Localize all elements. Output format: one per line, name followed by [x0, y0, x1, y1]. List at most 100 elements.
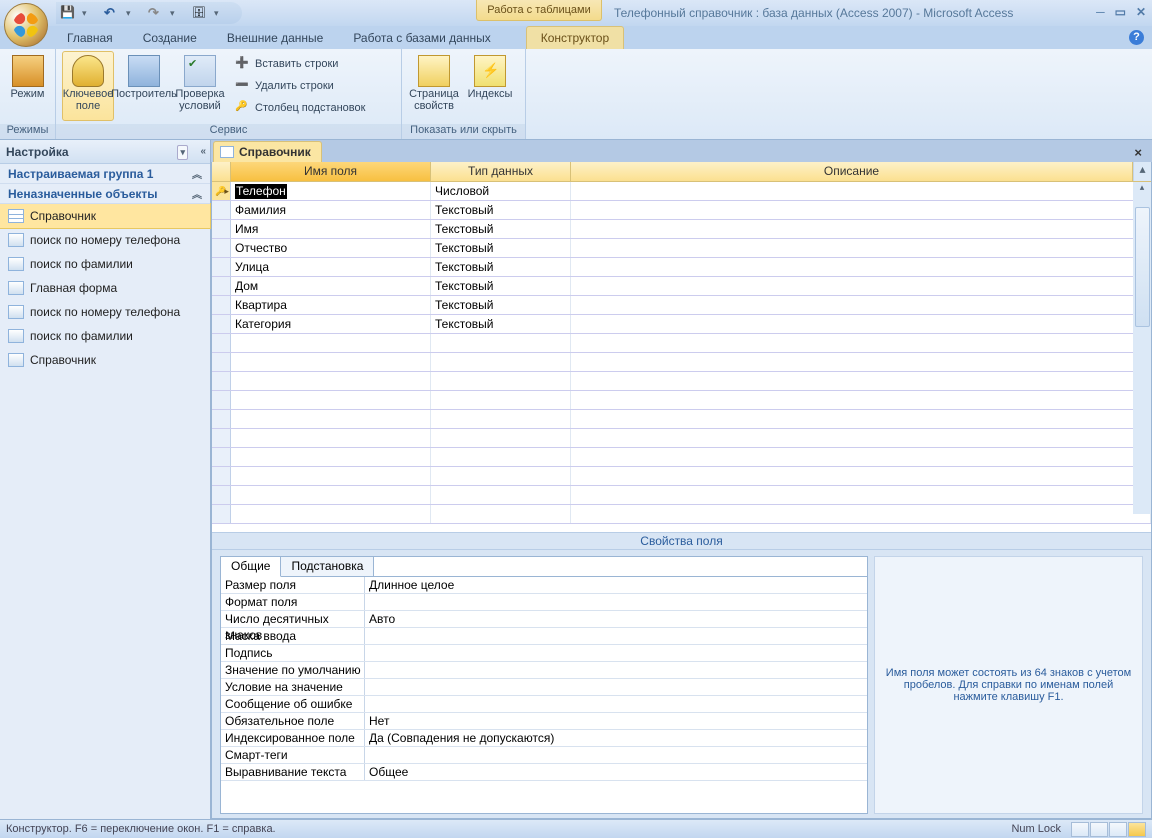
column-data-type[interactable]: Тип данных [431, 162, 571, 181]
tab-design[interactable]: Конструктор [526, 26, 624, 49]
table-row[interactable] [212, 448, 1151, 467]
column-field-name[interactable]: Имя поля [231, 162, 431, 181]
column-description[interactable]: Описание [571, 162, 1133, 181]
scroll-up-icon[interactable]: ▴ [1133, 162, 1151, 181]
property-value[interactable]: Нет [365, 713, 867, 729]
database-icon[interactable] [192, 5, 208, 21]
table-row[interactable]: Имя Текстовый [212, 220, 1151, 239]
row-selector[interactable] [212, 296, 231, 314]
cell-description[interactable] [571, 315, 1151, 333]
property-row[interactable]: Сообщение об ошибке [221, 696, 867, 713]
nav-item[interactable]: поиск по фамилии [0, 324, 210, 348]
row-selector[interactable] [212, 467, 231, 485]
nav-group-custom[interactable]: Настраиваемая группа 1︽ [0, 164, 210, 184]
cell-field-name[interactable] [231, 410, 431, 428]
row-selector[interactable] [212, 239, 231, 257]
cell-description[interactable] [571, 220, 1151, 238]
table-row[interactable]: Дом Текстовый [212, 277, 1151, 296]
row-selector[interactable] [212, 277, 231, 295]
delete-rows-button[interactable]: Удалить строки [232, 76, 368, 96]
close-button[interactable]: ✕ [1136, 5, 1146, 19]
table-row[interactable] [212, 486, 1151, 505]
cell-data-type[interactable] [431, 391, 571, 409]
property-value[interactable]: Общее [365, 764, 867, 780]
tab-external[interactable]: Внешние данные [212, 26, 339, 49]
cell-description[interactable] [571, 258, 1151, 276]
nav-item[interactable]: Главная форма [0, 276, 210, 300]
row-selector[interactable] [212, 182, 231, 200]
property-row[interactable]: Обязательное полеНет [221, 713, 867, 730]
cell-description[interactable] [571, 182, 1151, 200]
table-row[interactable] [212, 372, 1151, 391]
property-value[interactable] [365, 628, 867, 644]
nav-item[interactable]: поиск по фамилии [0, 252, 210, 276]
property-value[interactable] [365, 747, 867, 763]
restore-button[interactable]: ▭ [1115, 5, 1126, 19]
row-selector[interactable] [212, 220, 231, 238]
cell-field-name[interactable]: Имя [231, 220, 431, 238]
property-value[interactable] [365, 662, 867, 678]
cell-data-type[interactable] [431, 429, 571, 447]
cell-field-name[interactable] [231, 391, 431, 409]
nav-collapse-icon[interactable]: « [200, 146, 206, 157]
property-row[interactable]: Маска ввода [221, 628, 867, 645]
table-row[interactable]: Категория Текстовый [212, 315, 1151, 334]
row-selector[interactable] [212, 315, 231, 333]
nav-item[interactable]: Справочник [0, 204, 210, 228]
cell-field-name[interactable] [231, 467, 431, 485]
props-tab-lookup[interactable]: Подстановка [281, 557, 374, 576]
cell-data-type[interactable]: Текстовый [431, 258, 571, 276]
cell-description[interactable] [571, 467, 1151, 485]
cell-data-type[interactable] [431, 334, 571, 352]
cell-data-type[interactable]: Текстовый [431, 296, 571, 314]
property-value[interactable]: Длинное целое [365, 577, 867, 593]
table-row[interactable] [212, 467, 1151, 486]
cell-field-name[interactable] [231, 372, 431, 390]
cell-data-type[interactable] [431, 505, 571, 523]
cell-data-type[interactable]: Текстовый [431, 315, 571, 333]
redo-icon[interactable] [148, 5, 164, 21]
view-mode-button[interactable]: Режим [6, 51, 49, 121]
cell-description[interactable] [571, 277, 1151, 295]
nav-item[interactable]: Справочник [0, 348, 210, 372]
table-row[interactable] [212, 429, 1151, 448]
cell-data-type[interactable]: Текстовый [431, 239, 571, 257]
cell-description[interactable] [571, 486, 1151, 504]
cell-description[interactable] [571, 448, 1151, 466]
cell-field-name[interactable] [231, 448, 431, 466]
property-value[interactable] [365, 679, 867, 695]
primary-key-button[interactable]: Ключевое поле [62, 51, 114, 121]
cell-field-name[interactable] [231, 353, 431, 371]
property-value[interactable] [365, 696, 867, 712]
office-button[interactable] [4, 3, 48, 47]
insert-rows-button[interactable]: Вставить строки [232, 54, 368, 74]
table-row[interactable]: Фамилия Текстовый [212, 201, 1151, 220]
row-selector[interactable] [212, 410, 231, 428]
cell-field-name[interactable] [231, 429, 431, 447]
cell-data-type[interactable]: Текстовый [431, 201, 571, 219]
view-pivot-button[interactable] [1090, 822, 1108, 837]
cell-field-name[interactable]: Улица [231, 258, 431, 276]
nav-dropdown-icon[interactable]: ▾ [177, 145, 188, 160]
nav-item[interactable]: поиск по номеру телефона [0, 228, 210, 252]
help-icon[interactable]: ? [1129, 30, 1144, 45]
property-row[interactable]: Значение по умолчанию [221, 662, 867, 679]
cell-data-type[interactable] [431, 486, 571, 504]
tab-home[interactable]: Главная [52, 26, 128, 49]
cell-field-name[interactable]: Отчество [231, 239, 431, 257]
nav-item[interactable]: поиск по номеру телефона [0, 300, 210, 324]
cell-data-type[interactable]: Текстовый [431, 277, 571, 295]
qat-undo-menu-icon[interactable] [126, 5, 142, 21]
property-row[interactable]: Формат поля [221, 594, 867, 611]
qat-save-menu-icon[interactable] [82, 5, 98, 21]
undo-icon[interactable] [104, 5, 120, 21]
minimize-button[interactable]: ─ [1096, 5, 1105, 19]
builder-button[interactable]: Построитель [118, 51, 170, 121]
table-row[interactable] [212, 410, 1151, 429]
vertical-scrollbar[interactable]: ▴ [1133, 182, 1151, 514]
property-row[interactable]: Подпись [221, 645, 867, 662]
property-value[interactable]: Авто [365, 611, 867, 627]
view-datasheet-button[interactable] [1071, 822, 1089, 837]
tab-create[interactable]: Создание [128, 26, 212, 49]
cell-field-name[interactable]: Фамилия [231, 201, 431, 219]
